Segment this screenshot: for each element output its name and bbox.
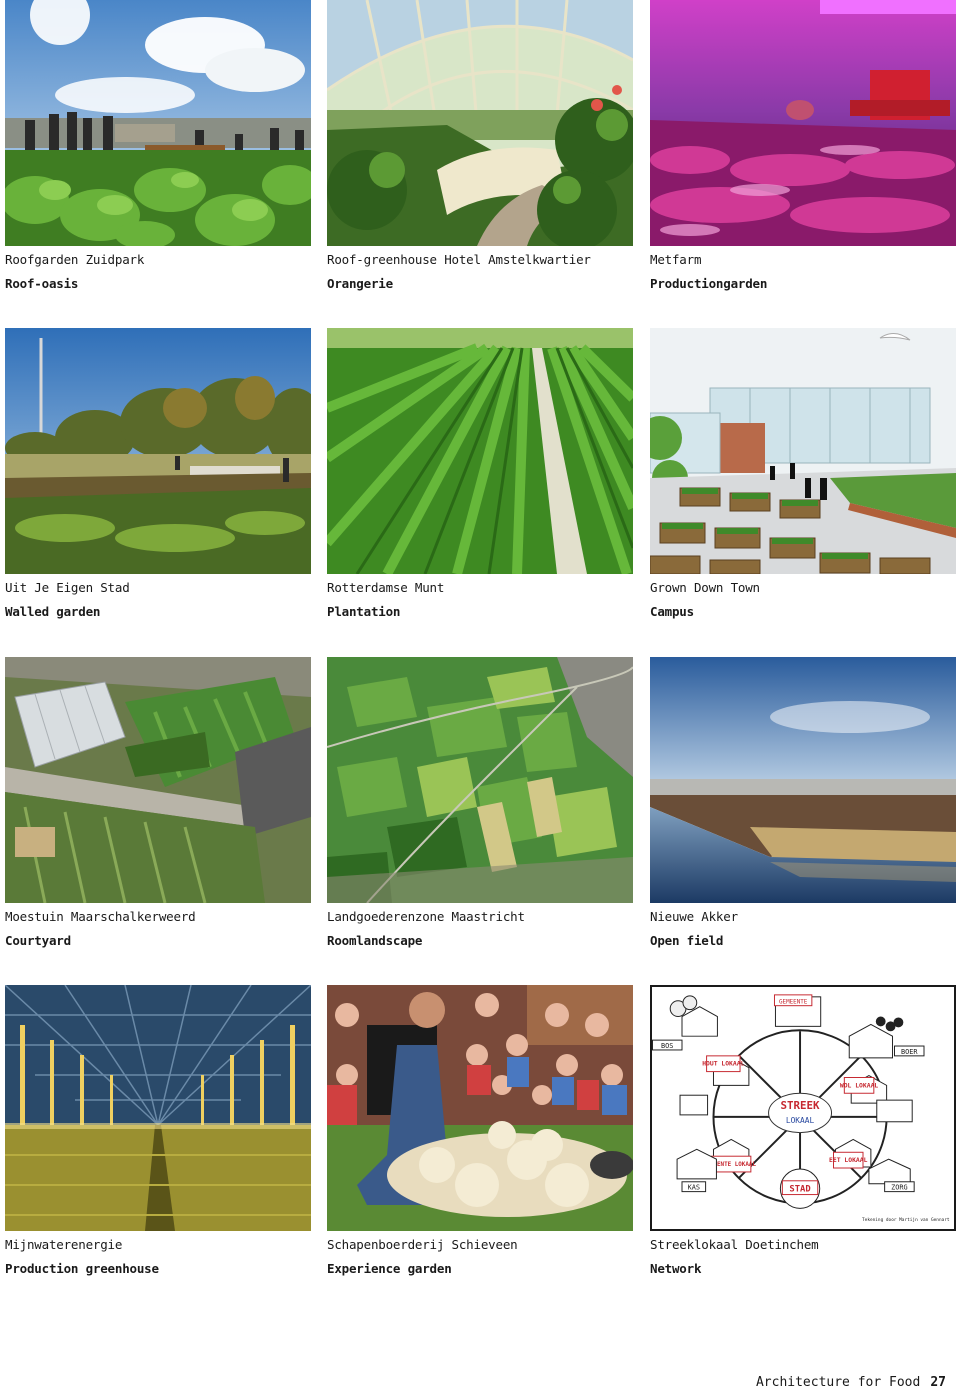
card-title: Metfarm: [650, 252, 702, 267]
diagram-label-hout: HOUT LOKAAL: [702, 1060, 744, 1068]
diagram-label-wol: WOL LOKAAL: [840, 1081, 879, 1089]
card-typology: Walled garden: [5, 604, 101, 619]
diagram-credit: Tekening door Martijn van Gennart: [862, 1217, 950, 1223]
network-diagram: STREEK LOKAAL GEMEENTE BOS BOER HOUT LOK…: [650, 985, 956, 1231]
photo-productiongarden: [650, 0, 956, 246]
photo-open-field: [650, 657, 956, 903]
photo-walled-garden: [5, 328, 311, 574]
card-typology: Productiongarden: [650, 276, 768, 291]
card-typology: Network: [650, 1261, 702, 1276]
card-title: Roofgarden Zuidpark: [5, 252, 145, 267]
diagram-label-stad: STAD: [789, 1185, 810, 1195]
photo-experience-garden: [327, 985, 633, 1231]
diagram-label-boer: BOER: [901, 1048, 918, 1056]
card-title: Uit Je Eigen Stad: [5, 580, 130, 595]
diagram-label-gemeente: GEMEENTE: [779, 1000, 808, 1006]
card-title: Schapenboerderij Schieveen: [327, 1237, 518, 1252]
card-title: Streeklokaal Doetinchem: [650, 1237, 819, 1252]
card-title: Rotterdamse Munt: [327, 580, 445, 595]
card-title: Nieuwe Akker: [650, 909, 738, 924]
card-typology: Courtyard: [5, 933, 71, 948]
photo-orangerie: [327, 0, 633, 246]
card-title: Mijnwaterenergie: [5, 1237, 123, 1252]
diagram-label-bos: BOS: [661, 1042, 673, 1050]
photo-campus: [650, 328, 956, 574]
card-typology: Plantation: [327, 604, 401, 619]
footer-title: Architecture for Food: [755, 1375, 921, 1390]
card-title: Landgoederenzone Maastricht: [327, 909, 525, 924]
card-typology: Roomlandscape: [327, 933, 423, 948]
photo-courtyard: [5, 657, 311, 903]
diagram-label-kas: KAS: [688, 1184, 700, 1192]
card-typology: Roof-oasis: [5, 276, 79, 291]
card-typology: Campus: [650, 604, 694, 619]
card-typology: Experience garden: [327, 1261, 452, 1276]
photo-plantation: [327, 328, 633, 574]
page-number: 27: [930, 1375, 946, 1390]
photo-roof-oasis: [5, 0, 311, 246]
diagram-center-bottom: LOKAAL: [786, 1116, 815, 1125]
card-title: Grown Down Town: [650, 580, 760, 595]
card-typology: Orangerie: [327, 276, 393, 291]
photo-roomlandscape: [327, 657, 633, 903]
diagram-center-top: STREEK: [781, 1099, 821, 1112]
page-footer: Architecture for Food 27: [756, 1375, 946, 1390]
card-typology: Production greenhouse: [5, 1261, 159, 1276]
photo-production-greenhouse: [5, 985, 311, 1231]
card-title: Roof-greenhouse Hotel Amstelkwartier: [327, 252, 591, 267]
diagram-label-zorg: ZORG: [891, 1184, 908, 1192]
card-typology: Open field: [650, 933, 724, 948]
diagram-label-eet: EET LOKAAL: [829, 1156, 868, 1164]
card-title: Moestuin Maarschalkerweerd: [5, 909, 196, 924]
